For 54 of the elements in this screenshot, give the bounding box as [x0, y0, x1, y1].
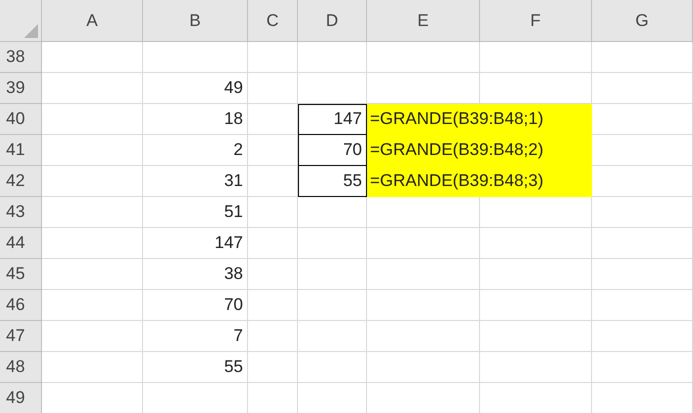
- column-header[interactable]: D: [298, 0, 367, 42]
- table-cell: [298, 321, 367, 352]
- row-header[interactable]: 49: [0, 383, 42, 413]
- row-header[interactable]: 44: [0, 228, 42, 259]
- table-cell: [248, 73, 298, 104]
- table-cell: 18: [143, 104, 248, 135]
- table-cell: 51: [143, 197, 248, 228]
- row-header[interactable]: 48: [0, 352, 42, 383]
- column-header[interactable]: G: [592, 0, 693, 42]
- table-cell: 38: [143, 259, 248, 290]
- table-cell: [248, 104, 298, 135]
- column-header[interactable]: A: [42, 0, 143, 42]
- table-cell: 2: [143, 135, 248, 166]
- table-cell: 31: [143, 166, 248, 197]
- table-cell: 49: [143, 73, 248, 104]
- column-header[interactable]: C: [248, 0, 298, 42]
- row-header[interactable]: 41: [0, 135, 42, 166]
- column-header[interactable]: F: [480, 0, 592, 42]
- table-cell: 55: [143, 352, 248, 383]
- table-cell: 147: [143, 228, 248, 259]
- table-cell: [248, 259, 298, 290]
- table-cell: 7: [143, 321, 248, 352]
- row-header[interactable]: 42: [0, 166, 42, 197]
- table-cell: [298, 228, 367, 259]
- table-cell: 70: [143, 290, 248, 321]
- table-cell: [248, 228, 298, 259]
- row-header[interactable]: 47: [0, 321, 42, 352]
- row-header[interactable]: 39: [0, 73, 42, 104]
- table-cell: =GRANDE(B39:B48;1): [367, 104, 592, 135]
- column-header[interactable]: E: [367, 0, 480, 42]
- row-header[interactable]: 38: [0, 42, 42, 73]
- table-cell: [248, 352, 298, 383]
- table-cell: [298, 42, 367, 73]
- table-cell: [298, 197, 367, 228]
- table-cell: [248, 197, 298, 228]
- table-cell: [248, 42, 298, 73]
- row-header[interactable]: 40: [0, 104, 42, 135]
- table-cell: [248, 166, 298, 197]
- table-cell: [298, 73, 367, 104]
- table-cell: [248, 290, 298, 321]
- table-cell: 147: [298, 104, 367, 135]
- row-header[interactable]: 46: [0, 290, 42, 321]
- row-header[interactable]: 45: [0, 259, 42, 290]
- table-cell: =GRANDE(B39:B48;3): [367, 166, 592, 197]
- select-all-corner[interactable]: [0, 0, 42, 42]
- column-header[interactable]: B: [143, 0, 248, 42]
- table-cell: [298, 290, 367, 321]
- table-cell: =GRANDE(B39:B48;2): [367, 135, 592, 166]
- table-cell: [298, 259, 367, 290]
- table-cell: [298, 352, 367, 383]
- table-cell: [248, 135, 298, 166]
- corner-triangle-icon: [24, 24, 38, 38]
- table-cell: [248, 321, 298, 352]
- row-header[interactable]: 43: [0, 197, 42, 228]
